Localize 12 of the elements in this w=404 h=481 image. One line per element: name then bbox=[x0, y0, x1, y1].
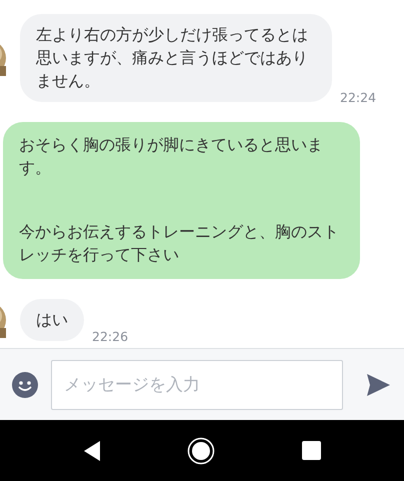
smiley-icon[interactable] bbox=[12, 372, 38, 398]
message-text: おそらく胸の張りが脚にきていると思います。 bbox=[19, 134, 324, 179]
message-text: はい bbox=[36, 309, 68, 331]
message-time: 22:24 bbox=[340, 90, 376, 105]
send-icon[interactable] bbox=[366, 372, 390, 396]
recents-icon[interactable] bbox=[302, 441, 321, 460]
message-text: 今からお伝えするトレーニングと、胸のストレッチを行って下さい bbox=[19, 221, 340, 266]
message-input[interactable]: メッセージを入力 bbox=[51, 360, 343, 410]
back-icon[interactable] bbox=[83, 440, 102, 462]
message-time: 22:26 bbox=[92, 329, 128, 344]
home-icon[interactable] bbox=[187, 436, 216, 464]
message-text: 左より右の方が少しだけ張ってるとは思いますが、痛みと言うほどではありません。 bbox=[36, 24, 309, 92]
